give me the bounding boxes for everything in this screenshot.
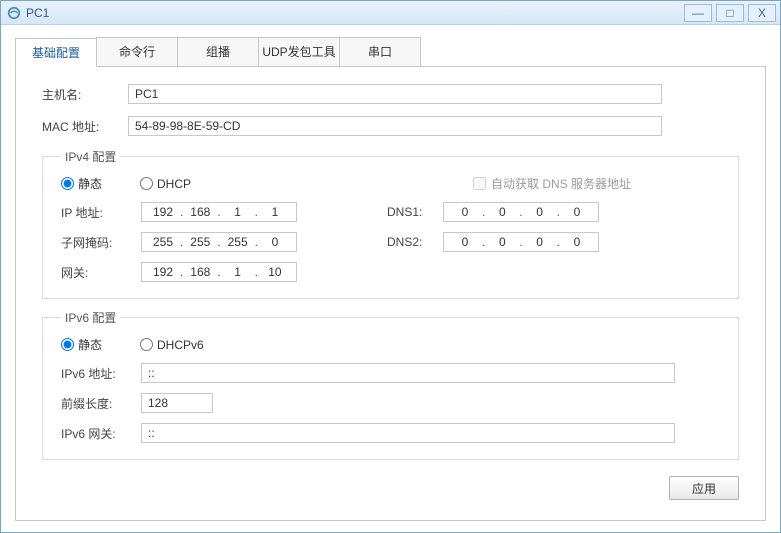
auto-dns-label: 自动获取 DNS 服务器地址 [491, 175, 631, 192]
tab-bar: 基础配置 命令行 组播 UDP发包工具 串口 [15, 37, 766, 67]
ip-label: IP 地址: [61, 204, 141, 221]
mac-label: MAC 地址: [42, 118, 128, 135]
ipv6-mode-row: 静态 DHCPv6 [61, 336, 720, 353]
app-icon [7, 6, 21, 20]
host-name-row: 主机名: [42, 84, 739, 104]
ipv6-static-radio[interactable] [61, 338, 74, 351]
dns1-label: DNS1: [387, 205, 443, 219]
ip-oct: 255 [186, 235, 214, 249]
ip-oct: 0 [563, 235, 591, 249]
ipv6-group: IPv6 配置 静态 DHCPv6 IPv6 地址: [42, 309, 739, 460]
host-name-input[interactable] [128, 84, 662, 104]
content-area: 基础配置 命令行 组播 UDP发包工具 串口 主机名: MAC 地址: IPv4… [1, 25, 780, 532]
ip-oct: 0 [526, 205, 554, 219]
dns2-col: DNS2: 0. 0. 0. 0 [387, 232, 599, 252]
ipv4-group: IPv4 配置 静态 DHCP 自动获取 DNS 服务器地址 [42, 148, 739, 299]
ipv6-addr-input[interactable] [141, 363, 675, 383]
ipv4-dhcp-label: DHCP [157, 177, 191, 191]
tab-panel-basic: 主机名: MAC 地址: IPv4 配置 静态 DHCP [15, 66, 766, 521]
dns1-col: DNS1: 0. 0. 0. 0 [387, 202, 599, 222]
gw-label: 网关: [61, 264, 141, 281]
tab-multicast[interactable]: 组播 [177, 37, 259, 66]
ipv4-static-radio[interactable] [61, 177, 74, 190]
maximize-icon: □ [726, 6, 733, 20]
ipv6-static-option[interactable]: 静态 [61, 336, 102, 353]
gateway-row: 网关: 192. 168. 1. 10 [61, 262, 720, 282]
mask-input[interactable]: 255. 255. 255. 0 [141, 232, 297, 252]
auto-dns-option[interactable]: 自动获取 DNS 服务器地址 [473, 175, 631, 192]
ip-oct: 10 [261, 265, 289, 279]
ip-oct: 0 [488, 235, 516, 249]
ipv6-addr-label: IPv6 地址: [61, 365, 141, 382]
ip-oct: 0 [563, 205, 591, 219]
ip-row: IP 地址: 192. 168. 1. 1 DNS1: 0. 0. 0. 0 [61, 202, 720, 222]
ipv4-static-option[interactable]: 静态 [61, 175, 102, 192]
tab-serial[interactable]: 串口 [339, 37, 421, 66]
tab-udp[interactable]: UDP发包工具 [258, 37, 340, 66]
ip-oct: 168 [186, 265, 214, 279]
close-button[interactable]: X [748, 4, 776, 22]
ipv6-dhcp-radio[interactable] [140, 338, 153, 351]
ipv6-gw-label: IPv6 网关: [61, 425, 141, 442]
ipv6-gw-row: IPv6 网关: [61, 423, 720, 443]
ipv6-prefix-label: 前缀长度: [61, 395, 141, 412]
mac-input[interactable] [128, 116, 662, 136]
dns2-input[interactable]: 0. 0. 0. 0 [443, 232, 599, 252]
auto-dns-checkbox[interactable] [473, 177, 486, 190]
ipv6-static-label: 静态 [78, 336, 102, 353]
tab-cli[interactable]: 命令行 [96, 37, 178, 66]
ip-oct: 0 [451, 235, 479, 249]
ip-oct: 0 [488, 205, 516, 219]
maximize-button[interactable]: □ [716, 4, 744, 22]
ipv6-legend: IPv6 配置 [61, 309, 120, 326]
ip-oct: 1 [261, 205, 289, 219]
ip-oct: 192 [149, 205, 177, 219]
host-name-label: 主机名: [42, 86, 128, 103]
minimize-icon: — [692, 6, 704, 20]
ip-oct: 255 [224, 235, 252, 249]
ipv6-prefix-input[interactable] [141, 393, 213, 413]
ipv6-prefix-row: 前缀长度: [61, 393, 720, 413]
app-window: PC1 — □ X 基础配置 命令行 组播 UDP发包工具 串口 主机名: MA… [0, 0, 781, 533]
ip-oct: 168 [186, 205, 214, 219]
window-title: PC1 [26, 6, 680, 20]
ip-oct: 192 [149, 265, 177, 279]
apply-button[interactable]: 应用 [669, 476, 739, 500]
mask-label: 子网掩码: [61, 234, 141, 251]
close-icon: X [758, 6, 766, 20]
ipv4-static-label: 静态 [78, 175, 102, 192]
titlebar: PC1 — □ X [1, 1, 780, 25]
ipv6-dhcp-label: DHCPv6 [157, 338, 204, 352]
dns1-input[interactable]: 0. 0. 0. 0 [443, 202, 599, 222]
ipv6-gw-input[interactable] [141, 423, 675, 443]
minimize-button[interactable]: — [684, 4, 712, 22]
ip-oct: 0 [261, 235, 289, 249]
ipv4-dhcp-radio[interactable] [140, 177, 153, 190]
ipv4-dhcp-option[interactable]: DHCP [140, 177, 191, 191]
ip-oct: 1 [224, 265, 252, 279]
ip-oct: 0 [526, 235, 554, 249]
ip-oct: 0 [451, 205, 479, 219]
dns2-label: DNS2: [387, 235, 443, 249]
ipv6-dhcp-option[interactable]: DHCPv6 [140, 338, 204, 352]
ip-oct: 255 [149, 235, 177, 249]
ipv4-mode-row: 静态 DHCP 自动获取 DNS 服务器地址 [61, 175, 720, 192]
ip-input[interactable]: 192. 168. 1. 1 [141, 202, 297, 222]
ipv4-legend: IPv4 配置 [61, 148, 120, 165]
mask-row: 子网掩码: 255. 255. 255. 0 DNS2: 0. 0. 0. [61, 232, 720, 252]
ipv6-addr-row: IPv6 地址: [61, 363, 720, 383]
ip-oct: 1 [224, 205, 252, 219]
tab-basic[interactable]: 基础配置 [15, 38, 97, 67]
button-row: 应用 [42, 470, 739, 500]
mac-row: MAC 地址: [42, 116, 739, 136]
gw-input[interactable]: 192. 168. 1. 10 [141, 262, 297, 282]
